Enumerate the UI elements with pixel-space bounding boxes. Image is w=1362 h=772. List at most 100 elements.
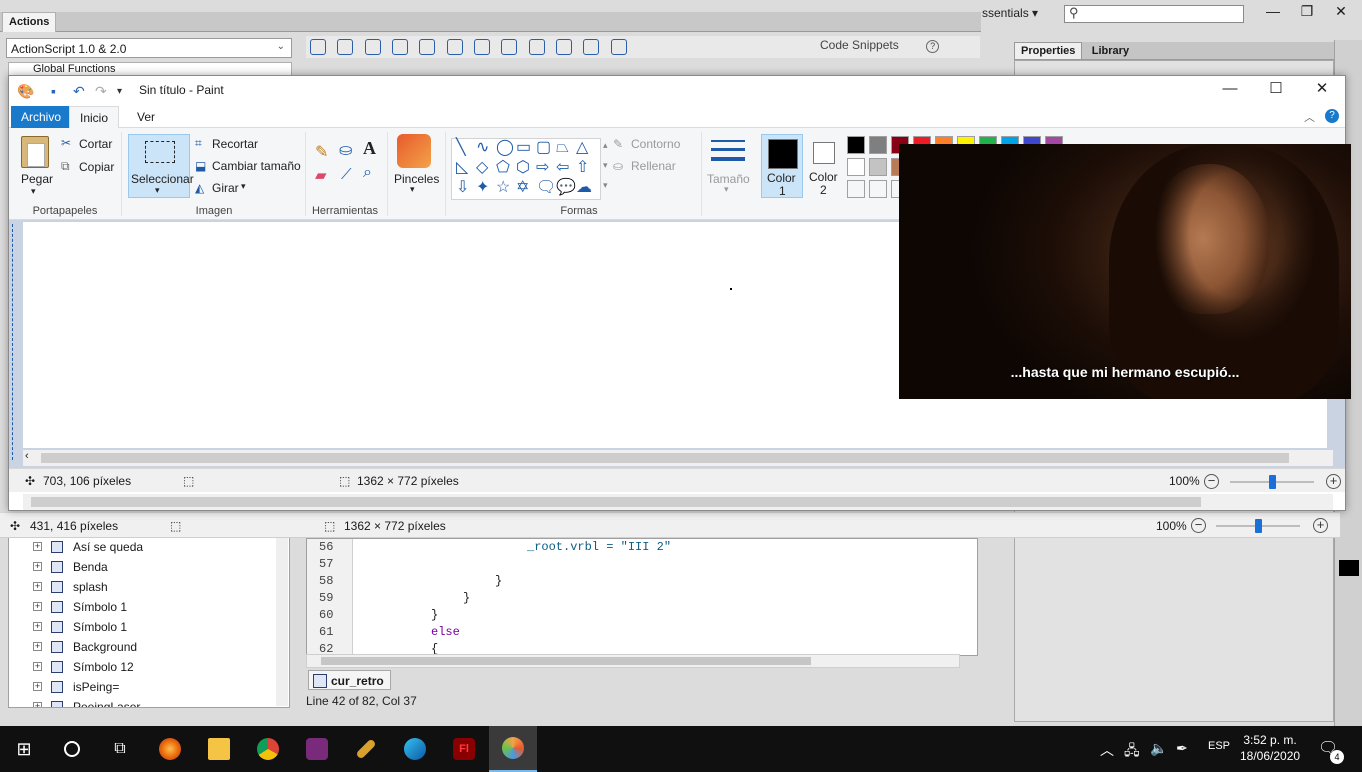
canvas-horizontal-scrollbar[interactable]: ‹ bbox=[23, 450, 1333, 466]
workspace-switcher[interactable]: ssentials ▾ bbox=[982, 6, 1038, 20]
scrollbar-thumb[interactable] bbox=[41, 453, 1289, 463]
library-item[interactable]: + Así se queda bbox=[9, 537, 289, 557]
fill-button[interactable]: Rellenar bbox=[631, 159, 676, 173]
code-editor[interactable]: 56 _root.vrbl = "III 2" 57 58} 59} 60} 61 else 6… bbox=[306, 538, 978, 656]
paste-button[interactable]: Pegar bbox=[21, 172, 53, 186]
four-point-star-shape-icon[interactable]: ✦ bbox=[476, 179, 489, 197]
global-functions-item[interactable]: Global Functions bbox=[8, 62, 292, 76]
auto-format-icon[interactable] bbox=[419, 39, 436, 55]
cloud-shape-icon[interactable]: ☁ bbox=[576, 179, 592, 197]
zoom-out-button[interactable]: − bbox=[1191, 518, 1206, 533]
expand-icon[interactable]: + bbox=[33, 702, 42, 707]
gallery-scroll-up-icon[interactable]: ▴ bbox=[603, 140, 608, 151]
undo-icon[interactable]: ↶ bbox=[73, 83, 85, 100]
scrollbar-thumb[interactable] bbox=[31, 497, 1201, 507]
maximize-icon[interactable]: ☐ bbox=[1253, 76, 1299, 104]
eraser-icon[interactable]: ▰ bbox=[315, 166, 327, 184]
right-triangle-shape-icon[interactable]: ◺ bbox=[456, 159, 468, 177]
line-shape-icon[interactable]: ╲ bbox=[456, 139, 466, 157]
taskbar-app-pencil[interactable] bbox=[342, 726, 390, 772]
palette-empty-swatch[interactable] bbox=[847, 180, 865, 198]
left-arrow-shape-icon[interactable]: ⇦ bbox=[556, 159, 569, 177]
minimize-icon[interactable]: — bbox=[1256, 0, 1290, 22]
add-item-icon[interactable] bbox=[310, 39, 326, 55]
scroll-left-icon[interactable]: ‹ bbox=[25, 450, 29, 462]
rectangle-shape-icon[interactable]: ▭ bbox=[516, 139, 531, 157]
diamond-shape-icon[interactable]: ◇ bbox=[476, 159, 488, 177]
expand-icon[interactable]: + bbox=[33, 542, 42, 551]
outline-button[interactable]: Contorno bbox=[631, 137, 680, 151]
fill-color-swatch[interactable] bbox=[1339, 560, 1359, 576]
zoom-slider-thumb[interactable] bbox=[1269, 475, 1276, 489]
actions-tab[interactable]: Actions bbox=[2, 12, 57, 32]
expand-icon[interactable]: + bbox=[33, 582, 42, 591]
zoom-out-button[interactable]: − bbox=[1204, 474, 1219, 489]
resize-button[interactable]: Cambiar tamaño bbox=[212, 159, 301, 173]
minimize-icon[interactable]: — bbox=[1207, 76, 1253, 104]
script-assist-icon[interactable] bbox=[610, 39, 627, 55]
expand-icon[interactable]: + bbox=[33, 642, 42, 651]
video-player[interactable]: ...hasta que mi hermano escupió... bbox=[899, 144, 1351, 399]
clock[interactable]: 3:52 p. m. 18/06/2020 bbox=[1240, 732, 1300, 764]
rounded-rect-shape-icon[interactable]: ▢ bbox=[536, 139, 551, 157]
find-icon[interactable] bbox=[337, 39, 354, 55]
chevron-down-icon[interactable]: ▾ bbox=[410, 184, 415, 195]
right-arrow-shape-icon[interactable]: ⇨ bbox=[536, 159, 549, 177]
callout-oval-shape-icon[interactable]: 💬 bbox=[556, 179, 576, 197]
expand-icon[interactable]: + bbox=[33, 562, 42, 571]
scrollbar-thumb[interactable] bbox=[321, 657, 811, 665]
volume-icon[interactable]: 🔈 bbox=[1150, 740, 1167, 757]
taskbar-chrome[interactable] bbox=[244, 726, 292, 772]
code-snippets-button[interactable]: Code Snippets ? bbox=[820, 38, 940, 53]
down-arrow-shape-icon[interactable]: ⇩ bbox=[456, 179, 469, 197]
save-icon[interactable]: ▪ bbox=[51, 83, 56, 99]
tab-library[interactable]: Library bbox=[1086, 43, 1135, 59]
crop-button[interactable]: Recortar bbox=[212, 137, 258, 151]
close-icon[interactable]: ✕ bbox=[1324, 0, 1358, 22]
pencil-icon[interactable]: ✎ bbox=[315, 142, 328, 162]
taskbar-firefox[interactable] bbox=[146, 726, 194, 772]
close-icon[interactable]: ✕ bbox=[1299, 76, 1345, 104]
palette-swatch[interactable] bbox=[869, 158, 887, 176]
expand-icon[interactable]: + bbox=[33, 622, 42, 631]
palette-empty-swatch[interactable] bbox=[869, 180, 887, 198]
taskbar-flash[interactable]: Fl bbox=[440, 726, 488, 772]
pen-icon[interactable]: ✒ bbox=[1176, 740, 1188, 757]
text-icon[interactable]: A bbox=[363, 138, 376, 159]
zoom-slider-thumb[interactable] bbox=[1255, 519, 1262, 533]
callout-rect-shape-icon[interactable]: 🗨 bbox=[536, 179, 556, 197]
expand-icon[interactable] bbox=[528, 39, 545, 55]
pentagon-shape-icon[interactable]: ⬠ bbox=[496, 159, 510, 177]
collapse-icon[interactable] bbox=[501, 39, 518, 55]
color1-button[interactable]: Color 1 bbox=[761, 134, 803, 198]
hexagon-shape-icon[interactable]: ⬡ bbox=[516, 159, 530, 177]
taskbar-video-editor[interactable] bbox=[293, 726, 341, 772]
rotate-button[interactable]: Girar bbox=[212, 181, 239, 195]
six-point-star-shape-icon[interactable]: ✡ bbox=[516, 179, 529, 197]
oval-shape-icon[interactable]: ◯ bbox=[496, 139, 514, 157]
brushes-button[interactable]: Pinceles bbox=[394, 172, 439, 186]
copy-button[interactable]: Copiar bbox=[79, 160, 114, 174]
help-icon[interactable]: ? bbox=[926, 40, 940, 53]
taskbar-edge[interactable] bbox=[391, 726, 439, 772]
paste-icon[interactable] bbox=[21, 136, 49, 168]
select-button[interactable]: Seleccionar ▾ bbox=[128, 134, 194, 198]
code-hint-icon[interactable] bbox=[446, 39, 463, 55]
tab-properties[interactable]: Properties bbox=[1014, 42, 1083, 59]
library-item[interactable]: + Símbolo 1 bbox=[9, 597, 289, 617]
redo-icon[interactable]: ↷ bbox=[95, 83, 107, 100]
library-item[interactable]: + splash bbox=[9, 577, 289, 597]
palette-swatch[interactable] bbox=[847, 136, 865, 154]
debug-options-icon[interactable] bbox=[474, 39, 491, 55]
tab-ver[interactable]: Ver bbox=[127, 106, 165, 128]
customize-toolbar-icon[interactable]: ▾ bbox=[117, 86, 122, 97]
taskbar-paint[interactable] bbox=[489, 726, 537, 772]
canvas-resize-handle[interactable] bbox=[12, 224, 20, 460]
magnifier-icon[interactable]: ⌕ bbox=[363, 164, 372, 182]
polygon-shape-icon[interactable]: ⏢ bbox=[556, 139, 569, 157]
target-icon[interactable] bbox=[364, 39, 381, 55]
fill-bucket-icon[interactable]: ⛀ bbox=[339, 140, 352, 160]
shapes-gallery[interactable]: ╲ ∿ ◯ ▭ ▢ ⏢ △ ◺ ◇ ⬠ ⬡ ⇨ ⇦ ⇧ ⇩ ✦ ☆ ✡ 🗨 💬 … bbox=[451, 138, 601, 200]
cortana-button[interactable] bbox=[48, 726, 96, 772]
tab-inicio[interactable]: Inicio bbox=[69, 106, 120, 128]
